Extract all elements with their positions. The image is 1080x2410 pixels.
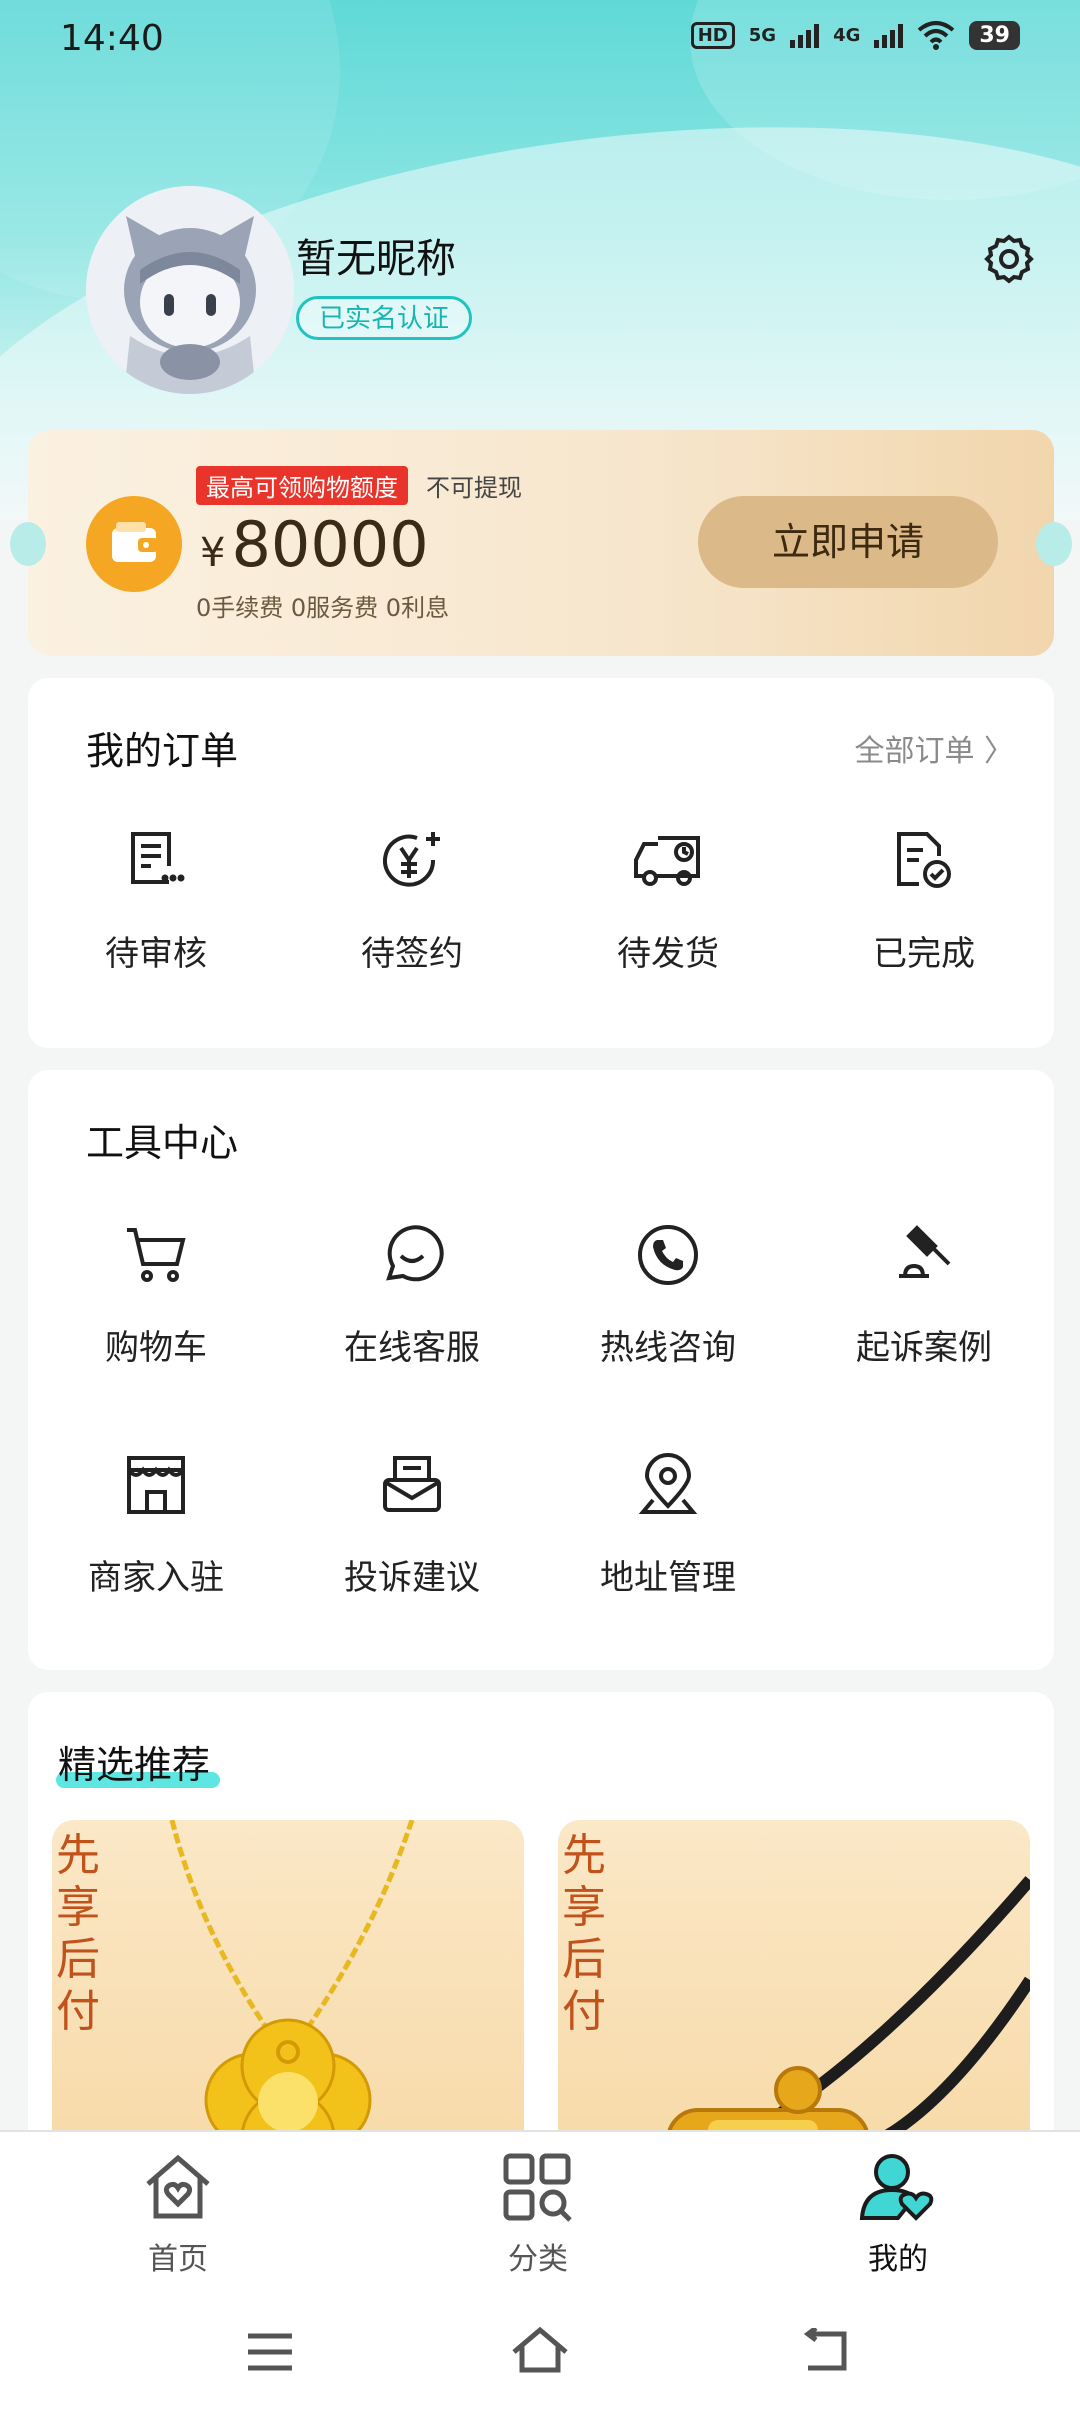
- order-pending-ship[interactable]: 待发货: [540, 826, 796, 975]
- battery-icon: 39: [969, 20, 1020, 50]
- document-check-icon: [897, 832, 951, 888]
- product-card[interactable]: 先享后付: [52, 1820, 524, 2152]
- currency-symbol: ¥: [200, 530, 226, 576]
- ticket-notch: [1036, 522, 1072, 566]
- tool-label: 起诉案例: [856, 1328, 992, 1368]
- tool-label: 商家入驻: [88, 1558, 224, 1598]
- tool-label: 购物车: [105, 1328, 207, 1368]
- order-completed[interactable]: 已完成: [796, 826, 1052, 975]
- credit-fees: 0手续费 0服务费 0利息: [196, 594, 450, 622]
- yen-coin-icon: [383, 832, 440, 887]
- verified-badge[interactable]: 已实名认证: [296, 296, 473, 340]
- order-label: 已完成: [873, 934, 975, 974]
- tool-label: 在线客服: [344, 1328, 480, 1368]
- recommend-section: 精选推荐 先享后付 先享后付: [28, 1692, 1054, 2152]
- tab-label: 我的: [868, 2242, 928, 2277]
- orders-card: 我的订单 全部订单 〉 待审核 待签约 待发货 已完成: [28, 678, 1054, 1048]
- tool-label: 投诉建议: [344, 1558, 480, 1598]
- credit-note: 不可提现: [426, 474, 522, 502]
- phone-icon: [638, 1225, 698, 1285]
- menu-icon[interactable]: [246, 2330, 294, 2374]
- tools-card: 工具中心 购物车 在线客服 热线咨询 起诉案例 商家入驻 投诉建议 地址管理: [28, 1070, 1054, 1670]
- cart-icon: [127, 1228, 186, 1282]
- gold-necklace-image: [169, 1820, 415, 2152]
- tab-category[interactable]: 分类: [438, 2152, 638, 2278]
- tools-title: 工具中心: [86, 1121, 239, 1165]
- status-icons: HD 5G 4G 39: [690, 20, 1020, 50]
- 4g-label: 4G: [833, 24, 861, 46]
- tab-label: 分类: [508, 2242, 568, 2277]
- tool-online-service[interactable]: 在线客服: [284, 1220, 540, 1369]
- tab-mine[interactable]: 我的: [798, 2152, 998, 2278]
- avatar-cat-icon: [86, 186, 294, 394]
- ticket-notch: [10, 522, 46, 566]
- chat-icon: [386, 1225, 444, 1282]
- apply-button[interactable]: 立即申请: [698, 496, 998, 588]
- tool-merchant-join[interactable]: 商家入驻: [28, 1450, 284, 1599]
- gold-pendant-image: [666, 1876, 1030, 2152]
- avatar[interactable]: [86, 186, 294, 394]
- wallet-icon: [86, 496, 182, 592]
- pay-later-stamp: 先享后付: [562, 1830, 606, 2037]
- user-heart-icon: [859, 2154, 934, 2221]
- order-pending-sign[interactable]: 待签约: [284, 826, 540, 975]
- gavel-icon: [899, 1225, 951, 1278]
- category-grid-icon: [503, 2153, 572, 2222]
- store-icon: [127, 1456, 185, 1514]
- home-icon[interactable]: [510, 2326, 570, 2376]
- credit-amount: ¥80000: [200, 508, 429, 581]
- tool-lawsuit-cases[interactable]: 起诉案例: [796, 1220, 1052, 1369]
- status-bar: 14:40 HD 5G 4G 39: [0, 0, 1080, 84]
- back-icon[interactable]: [800, 2328, 850, 2374]
- orders-title: 我的订单: [86, 729, 239, 773]
- tool-hotline[interactable]: 热线咨询: [540, 1220, 796, 1369]
- hd-icon: HD: [690, 21, 735, 49]
- tool-label: 地址管理: [600, 1558, 736, 1598]
- mail-icon: [383, 1456, 441, 1512]
- pay-later-stamp: 先享后付: [56, 1830, 100, 2037]
- nickname[interactable]: 暂无昵称: [296, 226, 456, 284]
- tool-label: 热线咨询: [600, 1328, 736, 1368]
- location-pin-icon: [638, 1453, 698, 1514]
- document-list-icon: [131, 832, 185, 884]
- recommend-title: 精选推荐: [58, 1743, 211, 1787]
- order-pending-review[interactable]: 待审核: [28, 826, 284, 975]
- 5g-label: 5G: [748, 24, 777, 46]
- product-card[interactable]: 先享后付: [558, 1820, 1030, 2152]
- tab-home[interactable]: 首页: [78, 2152, 278, 2278]
- tool-address-management[interactable]: 地址管理: [540, 1450, 796, 1599]
- home-heart-icon: [146, 2154, 210, 2219]
- wifi-icon: [918, 21, 955, 50]
- order-label: 待签约: [361, 934, 463, 974]
- delivery-truck-icon: [634, 836, 700, 886]
- system-nav-bar: [0, 2300, 1080, 2408]
- signal-icon: [874, 22, 904, 48]
- order-label: 待审核: [105, 934, 207, 974]
- credit-limit-tag: 最高可领购物额度: [196, 466, 408, 505]
- order-label: 待发货: [617, 934, 719, 974]
- tool-cart[interactable]: 购物车: [28, 1220, 284, 1369]
- all-orders-link[interactable]: 全部订单 〉: [854, 726, 1014, 770]
- tab-label: 首页: [148, 2242, 208, 2277]
- credit-amount-value: 80000: [231, 508, 429, 581]
- status-time: 14:40: [60, 18, 164, 59]
- gear-icon[interactable]: [982, 232, 1036, 286]
- credit-card[interactable]: 最高可领购物额度 不可提现 ¥80000 0手续费 0服务费 0利息 立即申请: [10, 430, 1072, 656]
- signal-icon: [790, 22, 820, 48]
- tool-complaints[interactable]: 投诉建议: [284, 1450, 540, 1599]
